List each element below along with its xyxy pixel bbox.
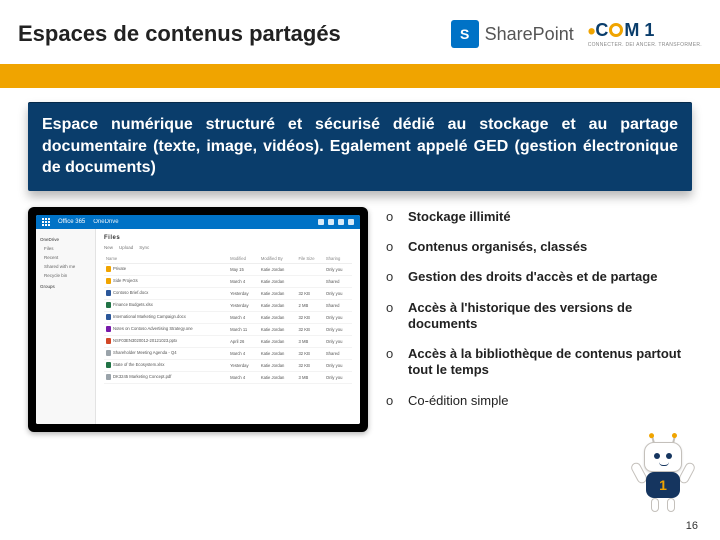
- app-topbar: Office 365 OneDrive: [36, 215, 360, 229]
- bullet-list: o Stockage illimité o Contenus organisés, c…: [386, 207, 702, 432]
- help-icon[interactable]: [338, 219, 344, 225]
- bullet-text: Contenus organisés, classés: [408, 239, 587, 255]
- table-row[interactable]: Contoso Brief.docxYesterdayKatie Jordan3…: [104, 287, 352, 299]
- file-icon: [106, 290, 111, 296]
- bullet-mark: o: [386, 269, 398, 285]
- list-item: o Accès à l'historique des versions de do…: [386, 300, 702, 333]
- toolbar-btn[interactable]: Sync: [139, 245, 149, 250]
- col-share: Sharing: [324, 254, 352, 264]
- mascot-number: 1: [646, 472, 680, 498]
- bullet-text: Co-édition simple: [408, 393, 508, 409]
- toolbar-btn[interactable]: Upload: [119, 245, 133, 250]
- bullet-text: Gestion des droits d'accès et de partage: [408, 269, 657, 285]
- app-name: Office 365: [58, 219, 85, 225]
- col-name: Name: [104, 254, 228, 264]
- bullet-text: Accès à la bibliothèque de contenus part…: [408, 346, 702, 379]
- header-logos: S SharePoint •CM 1 CONNECTER. DEI ANCER.…: [451, 20, 702, 48]
- sidebar-item[interactable]: Recycle bin: [40, 273, 91, 278]
- slide: Espaces de contenus partagés S SharePoin…: [0, 0, 720, 540]
- com1-brand: •CM 1: [588, 20, 655, 41]
- file-icon: [106, 302, 111, 308]
- table-row[interactable]: DK3245 Marketing Concept.pdfMarch 4Katie…: [104, 371, 352, 383]
- sidebar-section-groups: Groups: [40, 284, 91, 289]
- page-number: 16: [686, 520, 698, 532]
- file-pane: Files New Upload Sync Name Modified Modi…: [96, 229, 360, 424]
- body: Office 365 OneDrive OneDrive Files Recen: [0, 197, 720, 432]
- bullet-mark: o: [386, 239, 398, 255]
- header: Espaces de contenus partagés S SharePoin…: [0, 0, 720, 64]
- file-icon: [106, 350, 111, 356]
- topbar-actions: [318, 219, 354, 225]
- list-item: o Co-édition simple: [386, 393, 702, 409]
- col-size: File Size: [296, 254, 323, 264]
- table-row[interactable]: Notes on Contoso Advertising Strategy.on…: [104, 323, 352, 335]
- sidebar-section-onedrive: OneDrive: [40, 237, 91, 242]
- sidebar-item[interactable]: Files: [40, 246, 91, 251]
- file-icon: [106, 362, 111, 368]
- table-row[interactable]: Shareholder Meeting Agenda - Q4March 4Ka…: [104, 347, 352, 359]
- device-frame: Office 365 OneDrive OneDrive Files Recen: [28, 207, 368, 432]
- file-icon: [106, 374, 111, 380]
- table-row[interactable]: Finance Budgets.xlsxYesterdayKatie Jorda…: [104, 299, 352, 311]
- mascot-icon: 1: [634, 442, 692, 512]
- file-icon: [106, 338, 111, 344]
- settings-icon[interactable]: [328, 219, 334, 225]
- bullet-mark: o: [386, 300, 398, 333]
- bullet-mark: o: [386, 346, 398, 379]
- breadcrumb: Files: [104, 235, 352, 241]
- bullet-mark: o: [386, 393, 398, 409]
- notif-icon[interactable]: [318, 219, 324, 225]
- sidebar-item[interactable]: Shared with me: [40, 264, 91, 269]
- list-item: o Stockage illimité: [386, 209, 702, 225]
- slide-title: Espaces de contenus partagés: [18, 21, 341, 47]
- accent-bar: [0, 64, 720, 88]
- toolbar-btn[interactable]: New: [104, 245, 113, 250]
- bullet-mark: o: [386, 209, 398, 225]
- sidebar: OneDrive Files Recent Shared with me Rec…: [36, 229, 96, 424]
- list-item: o Gestion des droits d'accès et de partag…: [386, 269, 702, 285]
- list-item: o Accès à la bibliothèque de contenus par…: [386, 346, 702, 379]
- screenshot: Office 365 OneDrive OneDrive Files Recen: [36, 215, 360, 424]
- sidebar-item[interactable]: Recent: [40, 255, 91, 260]
- file-table: Name Modified Modified By File Size Shar…: [104, 254, 352, 384]
- intro-wrap: Espace numérique structuré et sécurisé d…: [0, 88, 720, 197]
- app-launcher-icon[interactable]: [42, 218, 50, 226]
- table-row[interactable]: State of the Ecosystem.xlsxYesterdayKati…: [104, 359, 352, 371]
- col-modified: Modified: [228, 254, 259, 264]
- bullet-text: Accès à l'historique des versions de doc…: [408, 300, 702, 333]
- file-icon: [106, 266, 111, 272]
- table-row[interactable]: Side ProjectsMarch 4Katie JordanShared: [104, 275, 352, 287]
- table-row[interactable]: NSF03EN3020012-20121023.pptxApril 26Kati…: [104, 335, 352, 347]
- com1-logo: •CM 1 CONNECTER. DEI ANCER. TRANSFORMER.: [588, 20, 702, 48]
- sharepoint-label: SharePoint: [485, 24, 574, 45]
- file-icon: [106, 314, 111, 320]
- com1-o-icon: [609, 23, 623, 37]
- file-icon: [106, 278, 111, 284]
- com1-tagline: CONNECTER. DEI ANCER. TRANSFORMER.: [588, 42, 702, 48]
- file-icon: [106, 326, 111, 332]
- service-name: OneDrive: [93, 219, 118, 225]
- sharepoint-icon: S: [451, 20, 479, 48]
- file-toolbar: New Upload Sync: [104, 245, 352, 250]
- avatar[interactable]: [348, 219, 354, 225]
- sharepoint-logo: S SharePoint: [451, 20, 574, 48]
- list-item: o Contenus organisés, classés: [386, 239, 702, 255]
- table-row[interactable]: PrivateMay 15Katie JordanOnly you: [104, 263, 352, 275]
- intro-box: Espace numérique structuré et sécurisé d…: [28, 102, 692, 191]
- bullet-text: Stockage illimité: [408, 209, 511, 225]
- col-by: Modified By: [259, 254, 297, 264]
- table-row[interactable]: International Marketing Campaign.docxMar…: [104, 311, 352, 323]
